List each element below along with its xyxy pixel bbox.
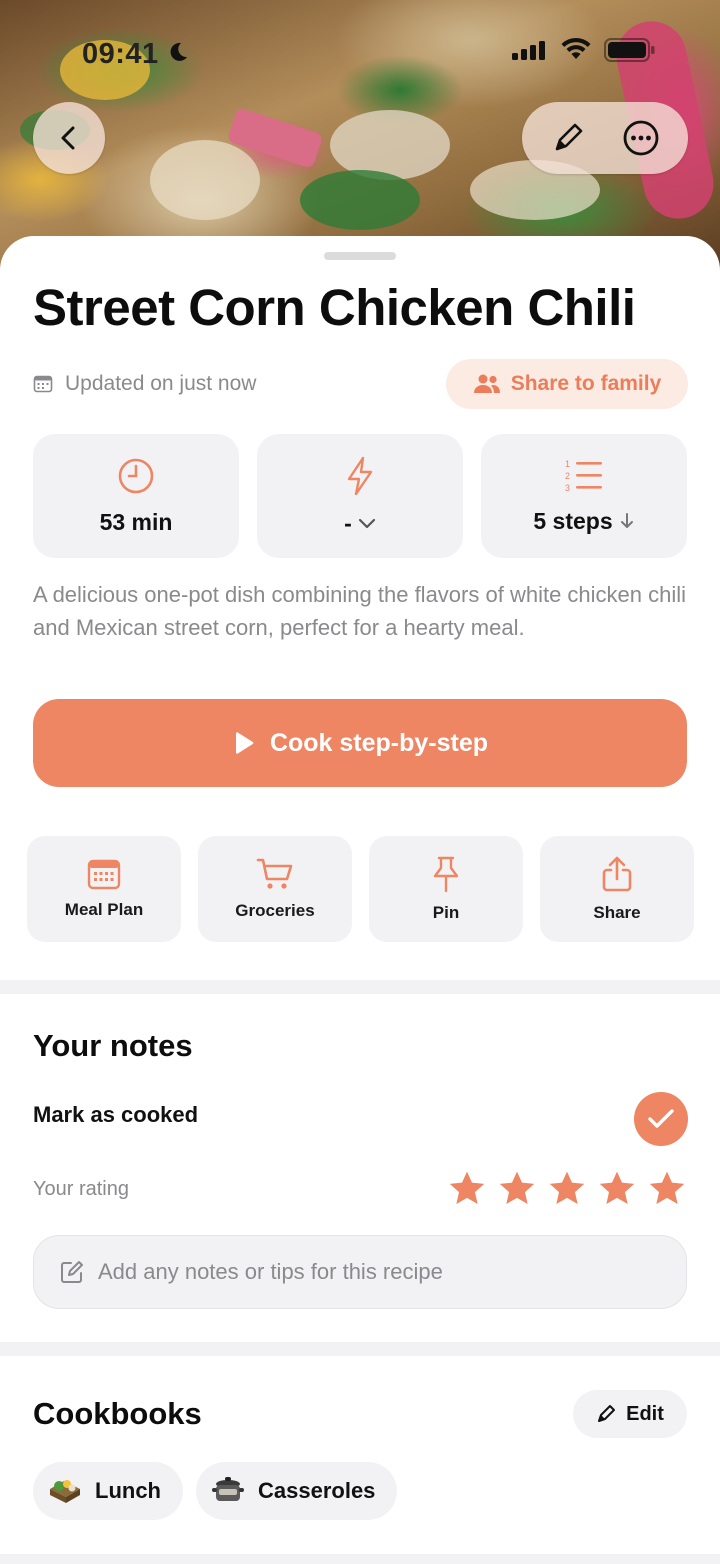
cook-step-by-step-label: Cook step-by-step [269, 728, 489, 757]
updated-text: Updated on just now [65, 372, 257, 395]
status-bar: 09:41 [0, 0, 720, 100]
groceries-button[interactable]: Groceries [198, 836, 352, 942]
rating-stars [448, 1170, 686, 1206]
star-icon[interactable] [498, 1170, 536, 1206]
recipe-title: Street Corn Chicken Chili [33, 279, 636, 336]
sheet-grabber[interactable] [324, 252, 396, 260]
chevron-left-icon [61, 126, 75, 150]
cellular-signal-icon [512, 41, 545, 60]
stat-difficulty[interactable]: - [257, 434, 463, 558]
edit-cookbooks-button[interactable]: Edit [573, 1390, 687, 1438]
lunch-box-icon [47, 1473, 83, 1509]
stat-difficulty-value: - [344, 509, 352, 536]
stat-time-value: 53 min [99, 508, 173, 535]
share-icon [602, 856, 632, 892]
svg-text:2: 2 [565, 471, 570, 481]
edit-note-icon [61, 1261, 83, 1283]
cookbook-chip-label: Lunch [95, 1478, 161, 1503]
cookbook-chip-lunch[interactable]: Lunch [33, 1462, 183, 1520]
chevron-down-icon [358, 518, 375, 529]
mark-as-cooked-toggle[interactable] [634, 1092, 688, 1146]
notes-input[interactable]: Add any notes or tips for this recipe [33, 1235, 687, 1309]
cook-step-by-step-button[interactable]: Cook step-by-step [33, 699, 687, 787]
calendar-icon [87, 859, 121, 890]
share-button[interactable]: Share [540, 836, 694, 942]
section-divider [0, 980, 720, 994]
recipe-detail-sheet: Street Corn Chicken Chili Updated on jus… [0, 236, 720, 1564]
cookbooks-section-title: Cookbooks [33, 1396, 202, 1431]
arrow-down-icon [620, 513, 633, 528]
casserole-pot-icon [210, 1473, 246, 1509]
meal-plan-button[interactable]: Meal Plan [27, 836, 181, 942]
hero-actions [522, 102, 688, 174]
play-icon [235, 732, 254, 754]
pin-button[interactable]: Pin [369, 836, 523, 942]
moon-icon [170, 42, 187, 61]
star-icon[interactable] [648, 1170, 686, 1206]
recipe-description: A delicious one-pot dish combining the f… [33, 582, 687, 640]
clock-icon [118, 458, 154, 493]
edit-cookbooks-label: Edit [626, 1402, 664, 1425]
stat-steps[interactable]: 1 2 3 5 steps [481, 434, 687, 558]
share-to-family-button[interactable]: Share to family [446, 359, 688, 409]
pencil-icon [598, 1405, 616, 1422]
notes-placeholder: Add any notes or tips for this recipe [98, 1259, 443, 1284]
svg-text:1: 1 [565, 459, 570, 469]
rating-label: Your rating [33, 1178, 129, 1200]
star-icon[interactable] [598, 1170, 636, 1206]
pencil-icon [555, 123, 582, 151]
checkmark-icon [648, 1109, 674, 1128]
svg-text:3: 3 [565, 483, 570, 493]
cart-icon [256, 858, 293, 889]
more-options-button[interactable] [622, 119, 660, 157]
battery-icon [604, 38, 655, 62]
stat-difficulty-value-row: - [344, 510, 376, 537]
mark-as-cooked-label: Mark as cooked [33, 1102, 199, 1127]
section-divider [0, 1342, 720, 1356]
edit-recipe-button[interactable] [551, 121, 585, 155]
stat-time: 53 min [33, 434, 239, 558]
status-time: 09:41 [82, 38, 159, 70]
star-icon[interactable] [448, 1170, 486, 1206]
numbered-list-icon: 1 2 3 [565, 459, 602, 493]
people-icon [473, 374, 500, 393]
share-to-family-label: Share to family [510, 372, 662, 395]
meal-plan-label: Meal Plan [64, 900, 144, 919]
notes-section-title: Your notes [33, 1028, 193, 1063]
star-icon[interactable] [548, 1170, 586, 1206]
cookbook-chip-label: Casseroles [258, 1478, 376, 1503]
cookbook-chip-casseroles[interactable]: Casseroles [196, 1462, 398, 1520]
pin-label: Pin [432, 903, 460, 922]
lightning-icon [347, 456, 373, 495]
ellipsis-circle-icon [623, 120, 658, 156]
stat-steps-value: 5 steps [533, 507, 613, 534]
groceries-label: Groceries [235, 901, 315, 920]
calendar-small-icon [33, 375, 53, 393]
pin-icon [433, 856, 459, 893]
back-button[interactable] [33, 102, 105, 174]
stat-steps-value-row: 5 steps [533, 508, 634, 535]
updated-info: Updated on just now [33, 372, 256, 396]
section-divider [0, 1554, 720, 1564]
share-label: Share [593, 903, 641, 922]
wifi-icon [561, 37, 591, 59]
